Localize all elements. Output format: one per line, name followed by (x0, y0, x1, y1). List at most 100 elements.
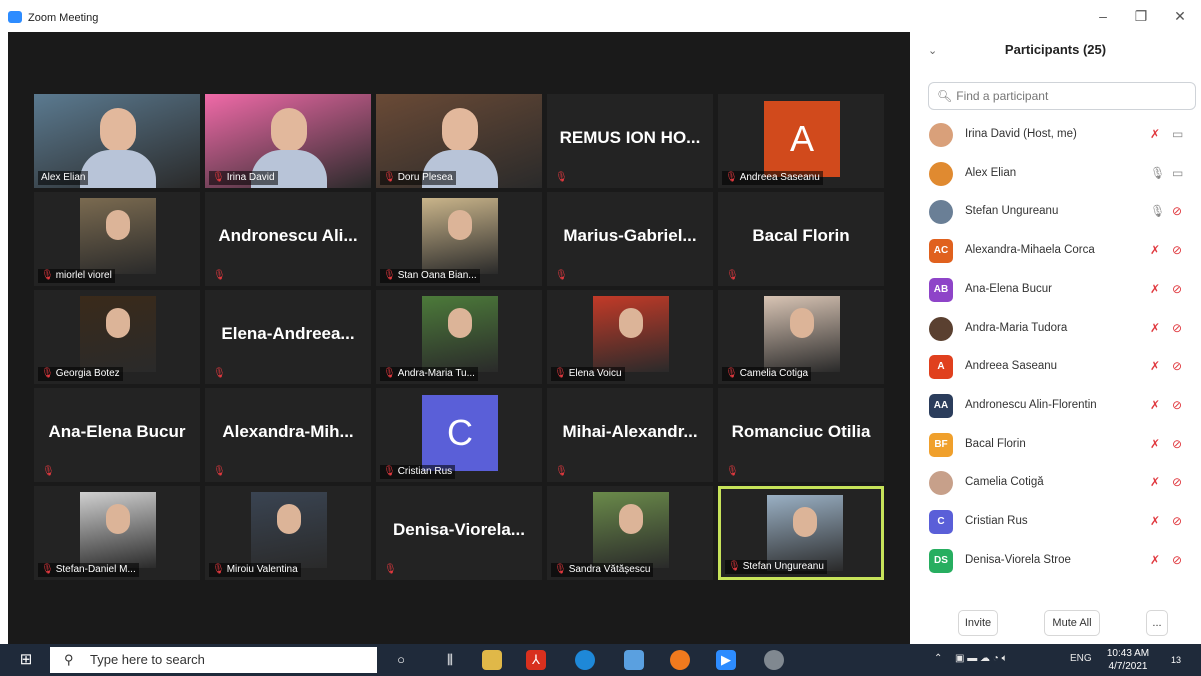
tray-icons[interactable]: ▣ ▬ ☁ ◔ 🔈︎ (955, 653, 1008, 664)
participant-tile[interactable]: 🎙︎ miorlel viorel (34, 192, 200, 286)
participant-tile[interactable]: Mihai-Alexandr... 🎙︎ (547, 388, 713, 482)
participant-row[interactable]: Alex Elian 🎙︎ ▭ (910, 155, 1201, 193)
maximize-button[interactable]: ❐ (1131, 8, 1151, 25)
participant-row[interactable]: AB Ana-Elena Bucur ✗ ⊘ (910, 271, 1201, 309)
camera-off-icon[interactable]: ⊘ (1172, 359, 1182, 373)
participant-row[interactable]: Stefan Ungureanu 🎙︎ ⊘ (910, 193, 1201, 231)
participant-tile[interactable]: 🎙︎ Stefan Ungureanu (718, 486, 884, 580)
muted-mic-icon: 🎙︎ (213, 270, 226, 281)
camera-off-icon[interactable]: ⊘ (1172, 437, 1182, 451)
camera-icon[interactable]: ▭ (1172, 166, 1183, 180)
close-button[interactable]: ✕ (1170, 8, 1190, 25)
participant-tile[interactable]: Denisa-Viorela... 🎙︎ (376, 486, 542, 580)
file-explorer-icon[interactable] (482, 650, 502, 670)
participant-tile[interactable]: C 🎙︎ Cristian Rus (376, 388, 542, 482)
more-options-button[interactable]: ... (1146, 610, 1168, 636)
tile-display-name: REMUS ION HO... (559, 128, 701, 147)
clock-time: 10:43 AM (1106, 648, 1150, 659)
muted-mic-icon: 🎙︎ (41, 564, 54, 575)
avatar-letter: A (764, 101, 840, 177)
participant-row[interactable]: C Cristian Rus ✗ ⊘ (910, 503, 1201, 541)
muted-mic-icon[interactable]: ✗ (1150, 282, 1160, 296)
muted-mic-icon[interactable]: ✗ (1150, 553, 1160, 567)
firefox-icon[interactable] (670, 650, 690, 670)
participant-tile[interactable]: A 🎙︎ Andreea Saseanu (718, 94, 884, 188)
tile-name-text: Doru Plesea (397, 172, 453, 183)
participant-tile[interactable]: Elena-Andreea... 🎙︎ (205, 290, 371, 384)
language-indicator[interactable]: ENG (1070, 653, 1092, 664)
camera-off-icon[interactable]: ⊘ (1172, 204, 1182, 218)
participant-row[interactable]: Irina David (Host, me) ✗ ▭ (910, 116, 1201, 154)
participant-search-input[interactable]: 🔍︎ Find a participant (928, 82, 1196, 110)
participant-tile[interactable]: 🎙︎ Georgia Botez (34, 290, 200, 384)
participant-row[interactable]: DS Denisa-Viorela Stroe ✗ ⊘ (910, 542, 1201, 580)
participant-tile[interactable]: 🎙︎ Camelia Cotiga (718, 290, 884, 384)
participant-tile[interactable]: REMUS ION HO... 🎙︎ (547, 94, 713, 188)
participant-row[interactable]: Camelia Cotigă ✗ ⊘ (910, 464, 1201, 502)
participant-tile[interactable]: 🎙︎ Stefan-Daniel M... (34, 486, 200, 580)
camera-off-icon[interactable]: ⊘ (1172, 321, 1182, 335)
taskbar-clock[interactable]: 10:43 AM 4/7/2021 (1103, 647, 1153, 673)
muted-mic-icon[interactable]: ✗ (1150, 359, 1160, 373)
participant-tile[interactable]: 🎙︎ Andra-Maria Tu... (376, 290, 542, 384)
muted-mic-icon: 🎙︎ (213, 466, 226, 477)
notification-center-icon[interactable]: 13 (1166, 650, 1186, 670)
muted-mic-icon: 🎙︎ (726, 466, 739, 477)
participant-tile[interactable]: Alex Elian (34, 94, 200, 188)
participant-tile[interactable]: Marius-Gabriel... 🎙︎ (547, 192, 713, 286)
muted-mic-icon[interactable]: ✗ (1150, 437, 1160, 451)
participant-tile[interactable]: Ana-Elena Bucur 🎙︎ (34, 388, 200, 482)
muted-mic-icon[interactable]: ✗ (1150, 514, 1160, 528)
participant-row[interactable]: AA Andronescu Alin-Florentin ✗ ⊘ (910, 387, 1201, 425)
muted-mic-icon[interactable]: ✗ (1150, 243, 1160, 257)
person-head-shape (277, 504, 301, 534)
acrobat-icon[interactable]: ⅄ (526, 650, 546, 670)
camera-off-icon[interactable]: ⊘ (1172, 553, 1182, 567)
tile-name-text: Georgia Botez (55, 368, 120, 379)
participant-row[interactable]: Andra-Maria Tudora ✗ ⊘ (910, 310, 1201, 348)
mic-icon[interactable]: 🎙︎ (1150, 204, 1165, 218)
app-icon[interactable] (764, 650, 784, 670)
mute-all-button[interactable]: Mute All (1044, 610, 1100, 636)
invite-button[interactable]: Invite (958, 610, 998, 636)
participant-tile[interactable]: 🎙︎ Doru Plesea (376, 94, 542, 188)
taskbar-search-box[interactable]: ⚲ Type here to search (50, 647, 377, 673)
camera-off-icon[interactable]: ⊘ (1172, 282, 1182, 296)
store-icon[interactable] (624, 650, 644, 670)
tray-chevron-icon[interactable]: ⌃ (934, 653, 942, 664)
mic-icon[interactable]: 🎙︎ (1150, 166, 1165, 180)
zoom-taskbar-icon[interactable]: ▶ (716, 650, 736, 670)
task-view-icon[interactable]: ⫼ (440, 650, 460, 670)
camera-off-icon[interactable]: ⊘ (1172, 398, 1182, 412)
cortana-icon[interactable]: ○ (391, 650, 411, 670)
participant-tile[interactable]: Andronescu Ali... 🎙︎ (205, 192, 371, 286)
participant-list[interactable]: Irina David (Host, me) ✗ ▭ Alex Elian 🎙︎ ▭ Ste… (910, 116, 1201, 596)
participant-avatar: DS (929, 548, 953, 573)
muted-mic-icon[interactable]: ✗ (1150, 475, 1160, 489)
muted-mic-icon: 🎙︎ (383, 172, 396, 183)
muted-mic-icon[interactable]: ✗ (1150, 321, 1160, 335)
participant-tile[interactable]: 🎙︎ Miroiu Valentina (205, 486, 371, 580)
muted-mic-icon: 🎙︎ (383, 466, 396, 477)
person-body-shape (80, 150, 156, 188)
participant-tile[interactable]: 🎙︎ Irina David (205, 94, 371, 188)
camera-off-icon[interactable]: ⊘ (1172, 243, 1182, 257)
participant-tile[interactable]: 🎙︎ Stan Oana Bian... (376, 192, 542, 286)
participant-tile[interactable]: Bacal Florin 🎙︎ (718, 192, 884, 286)
muted-mic-icon[interactable]: ✗ (1150, 127, 1160, 141)
participant-tile[interactable]: Alexandra-Mih... 🎙︎ (205, 388, 371, 482)
participant-tile[interactable]: 🎙︎ Elena Voicu (547, 290, 713, 384)
edge-icon[interactable] (575, 650, 595, 670)
participant-row[interactable]: A Andreea Saseanu ✗ ⊘ (910, 348, 1201, 386)
camera-off-icon[interactable]: ⊘ (1172, 475, 1182, 489)
muted-mic-icon: 🎙︎ (555, 172, 568, 183)
minimize-button[interactable]: – (1093, 8, 1113, 24)
camera-off-icon[interactable]: ⊘ (1172, 514, 1182, 528)
participant-tile[interactable]: Romanciuc Otilia 🎙︎ (718, 388, 884, 482)
participant-row[interactable]: AC Alexandra-Mihaela Corca ✗ ⊘ (910, 232, 1201, 270)
participant-tile[interactable]: 🎙︎ Sandra Vătășescu (547, 486, 713, 580)
participant-row[interactable]: BF Bacal Florin ✗ ⊘ (910, 426, 1201, 464)
windows-start-icon[interactable]: ⊞ (16, 650, 36, 670)
camera-icon[interactable]: ▭ (1172, 127, 1183, 141)
muted-mic-icon[interactable]: ✗ (1150, 398, 1160, 412)
